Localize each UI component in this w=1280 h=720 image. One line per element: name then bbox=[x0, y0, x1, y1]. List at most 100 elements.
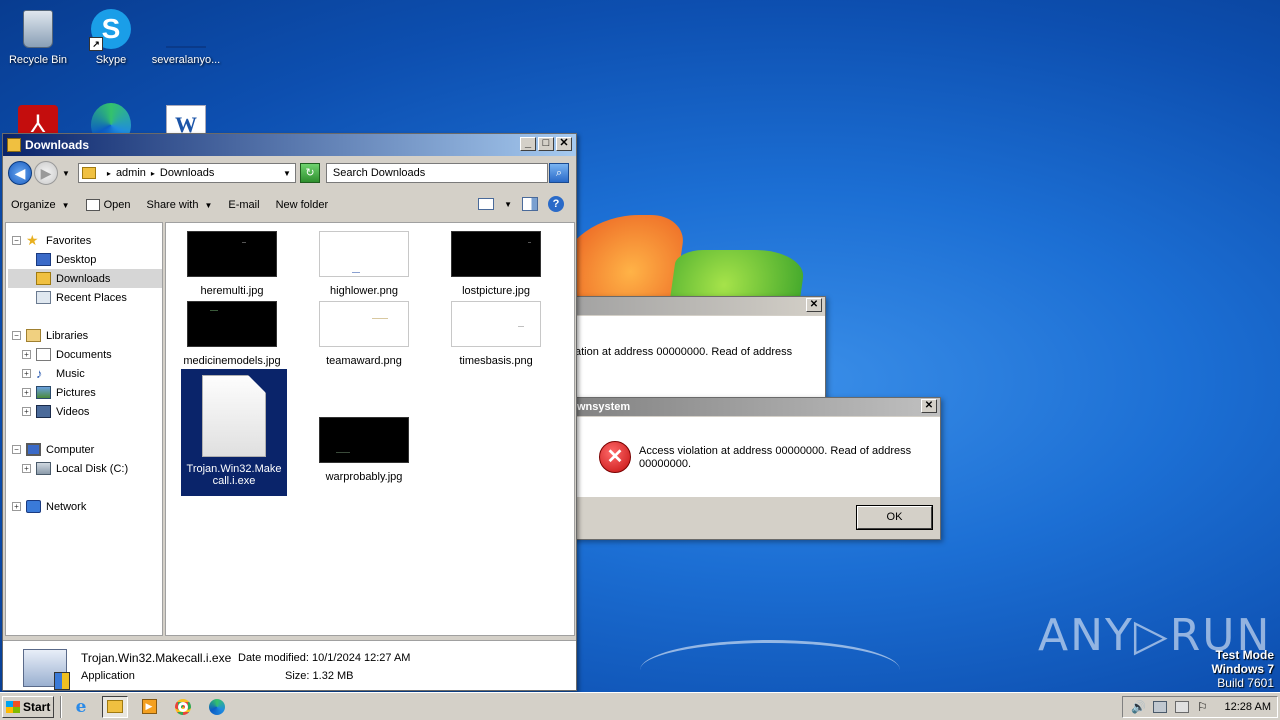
music-icon: ♪ bbox=[36, 366, 43, 381]
expand-icon[interactable]: + bbox=[22, 369, 31, 378]
nav-videos[interactable]: + Videos bbox=[22, 402, 89, 421]
email-button[interactable]: E-mail bbox=[228, 199, 259, 211]
file-item[interactable]: teamaward.png bbox=[304, 301, 424, 367]
change-view-icon[interactable] bbox=[478, 198, 495, 210]
file-item[interactable]: medicinemodels.jpg bbox=[172, 301, 292, 367]
open-button[interactable]: Open bbox=[85, 199, 130, 211]
breadcrumb-downloads[interactable]: Downloads bbox=[160, 167, 214, 179]
taskbar-edge[interactable] bbox=[204, 696, 230, 718]
image-thumbnail bbox=[451, 231, 541, 277]
nav-recent-places[interactable]: Recent Places bbox=[36, 288, 127, 307]
refresh-button[interactable]: ↻ bbox=[299, 163, 320, 183]
help-icon[interactable]: ? bbox=[548, 196, 564, 212]
image-thumbnail bbox=[187, 301, 277, 347]
shortcut-arrow-icon: ↗ bbox=[89, 37, 103, 51]
taskbar-explorer[interactable] bbox=[102, 695, 128, 718]
nav-libraries[interactable]: − Libraries bbox=[12, 326, 88, 345]
file-icon bbox=[166, 44, 206, 48]
search-icon[interactable]: ⌕ bbox=[548, 163, 569, 183]
share-with-button[interactable]: Share with ▼ bbox=[146, 199, 212, 211]
nav-computer[interactable]: − Computer bbox=[12, 440, 94, 459]
error-message: ation at address 00000000. Read of addre… bbox=[575, 346, 793, 358]
nav-favorites[interactable]: − ★ Favorites bbox=[12, 231, 91, 250]
chevron-down-icon[interactable]: ▼ bbox=[504, 200, 512, 209]
file-item[interactable]: heremulti.jpg bbox=[172, 231, 292, 297]
wallpaper-swoosh bbox=[640, 640, 900, 692]
hard-drive-icon bbox=[36, 462, 51, 475]
file-item-selected[interactable]: Trojan.Win32.Make call.i.exe bbox=[181, 369, 287, 496]
expand-icon[interactable]: + bbox=[22, 464, 31, 473]
taskbar-media-player[interactable]: ▶ bbox=[136, 696, 162, 718]
address-bar[interactable]: ▸ admin ▸ Downloads ▼ bbox=[77, 163, 296, 183]
file-item[interactable]: highlower.png bbox=[304, 231, 424, 297]
taskbar-internet-explorer[interactable]: e bbox=[68, 696, 94, 718]
window-title: Downloads bbox=[25, 138, 90, 152]
desktop-icon-file[interactable]: severalanyo... bbox=[148, 8, 224, 66]
details-size: Size: 1.32 MB bbox=[285, 670, 354, 682]
desktop-icon-skype[interactable]: S ↗ Skype bbox=[73, 8, 149, 66]
downloads-folder-icon bbox=[36, 272, 51, 285]
expand-icon[interactable]: + bbox=[22, 407, 31, 416]
navigation-pane: − ★ Favorites Desktop Downloads Recent P… bbox=[5, 222, 163, 636]
window-title-bar[interactable]: Downloads _ □ ✕ bbox=[3, 134, 576, 156]
new-folder-button[interactable]: New folder bbox=[276, 199, 329, 211]
network-icon bbox=[26, 500, 41, 513]
chevron-down-icon[interactable]: ▼ bbox=[283, 169, 291, 178]
expand-icon[interactable]: + bbox=[12, 502, 21, 511]
collapse-icon[interactable]: − bbox=[12, 445, 21, 454]
nav-documents[interactable]: + Documents bbox=[22, 345, 112, 364]
computer-icon bbox=[26, 443, 41, 456]
desktop-icon-label: Recycle Bin bbox=[8, 54, 68, 66]
internet-explorer-icon: e bbox=[75, 696, 87, 717]
start-button[interactable]: Start bbox=[2, 695, 54, 718]
collapse-icon[interactable]: − bbox=[12, 331, 21, 340]
details-type: Application bbox=[81, 670, 135, 682]
taskbar-chrome[interactable] bbox=[170, 696, 196, 718]
test-mode-label: Test Mode Windows 7 Build 7601 bbox=[1211, 648, 1274, 690]
desktop-icon-recycle-bin[interactable]: Recycle Bin bbox=[0, 8, 76, 66]
expand-icon[interactable]: + bbox=[22, 350, 31, 359]
action-center-flag-icon[interactable]: ⚐ bbox=[1197, 701, 1211, 713]
file-list: heremulti.jpg highlower.png lostpicture.… bbox=[165, 222, 575, 636]
nav-pictures[interactable]: + Pictures bbox=[22, 383, 96, 402]
nav-local-disk[interactable]: + Local Disk (C:) bbox=[22, 459, 128, 478]
media-player-icon: ▶ bbox=[141, 699, 157, 714]
organize-button[interactable]: Organize ▼ bbox=[11, 199, 70, 211]
image-thumbnail bbox=[319, 231, 409, 277]
pictures-icon bbox=[36, 386, 51, 399]
dialog-title-bar: ✕ bbox=[561, 297, 825, 315]
minimize-button[interactable]: _ bbox=[520, 137, 536, 151]
device-tray-icon[interactable] bbox=[1175, 701, 1189, 713]
volume-icon[interactable]: 🔊 bbox=[1131, 701, 1146, 713]
chevron-down-icon: ▼ bbox=[61, 200, 70, 210]
error-dialog-back: ✕ ation at address 00000000. Read of add… bbox=[560, 296, 826, 400]
desktop-icon-label: Skype bbox=[95, 54, 127, 66]
history-dropdown-icon[interactable]: ▼ bbox=[62, 169, 70, 178]
preview-pane-icon[interactable] bbox=[522, 197, 538, 211]
file-item[interactable]: lostpicture.jpg bbox=[436, 231, 556, 297]
nav-network[interactable]: + Network bbox=[12, 497, 86, 516]
maximize-button[interactable]: □ bbox=[538, 137, 554, 151]
expand-icon[interactable]: + bbox=[22, 388, 31, 397]
collapse-icon[interactable]: − bbox=[12, 236, 21, 245]
chevron-right-icon[interactable]: ▸ bbox=[107, 169, 111, 178]
nav-music[interactable]: + ♪ Music bbox=[22, 364, 85, 383]
close-icon[interactable]: ✕ bbox=[806, 298, 822, 312]
back-button[interactable]: ◀ bbox=[8, 161, 32, 185]
file-item[interactable]: timesbasis.png bbox=[436, 301, 556, 367]
nav-desktop[interactable]: Desktop bbox=[36, 250, 96, 269]
chevron-right-icon[interactable]: ▸ bbox=[151, 169, 155, 178]
forward-button[interactable]: ▶ bbox=[34, 161, 58, 185]
close-icon[interactable]: ✕ bbox=[921, 399, 937, 413]
nav-downloads[interactable]: Downloads bbox=[36, 269, 110, 288]
videos-icon bbox=[36, 405, 51, 418]
breadcrumb-admin[interactable]: admin bbox=[116, 167, 146, 179]
close-button[interactable]: ✕ bbox=[556, 137, 572, 151]
image-thumbnail bbox=[451, 301, 541, 347]
ok-button[interactable]: OK bbox=[856, 505, 933, 530]
search-input[interactable]: Search Downloads bbox=[325, 163, 548, 183]
clock[interactable]: 12:28 AM bbox=[1225, 701, 1271, 713]
file-item[interactable]: warprobably.jpg bbox=[304, 417, 424, 483]
skype-icon: S ↗ bbox=[89, 9, 131, 51]
network-tray-icon[interactable] bbox=[1153, 701, 1167, 713]
